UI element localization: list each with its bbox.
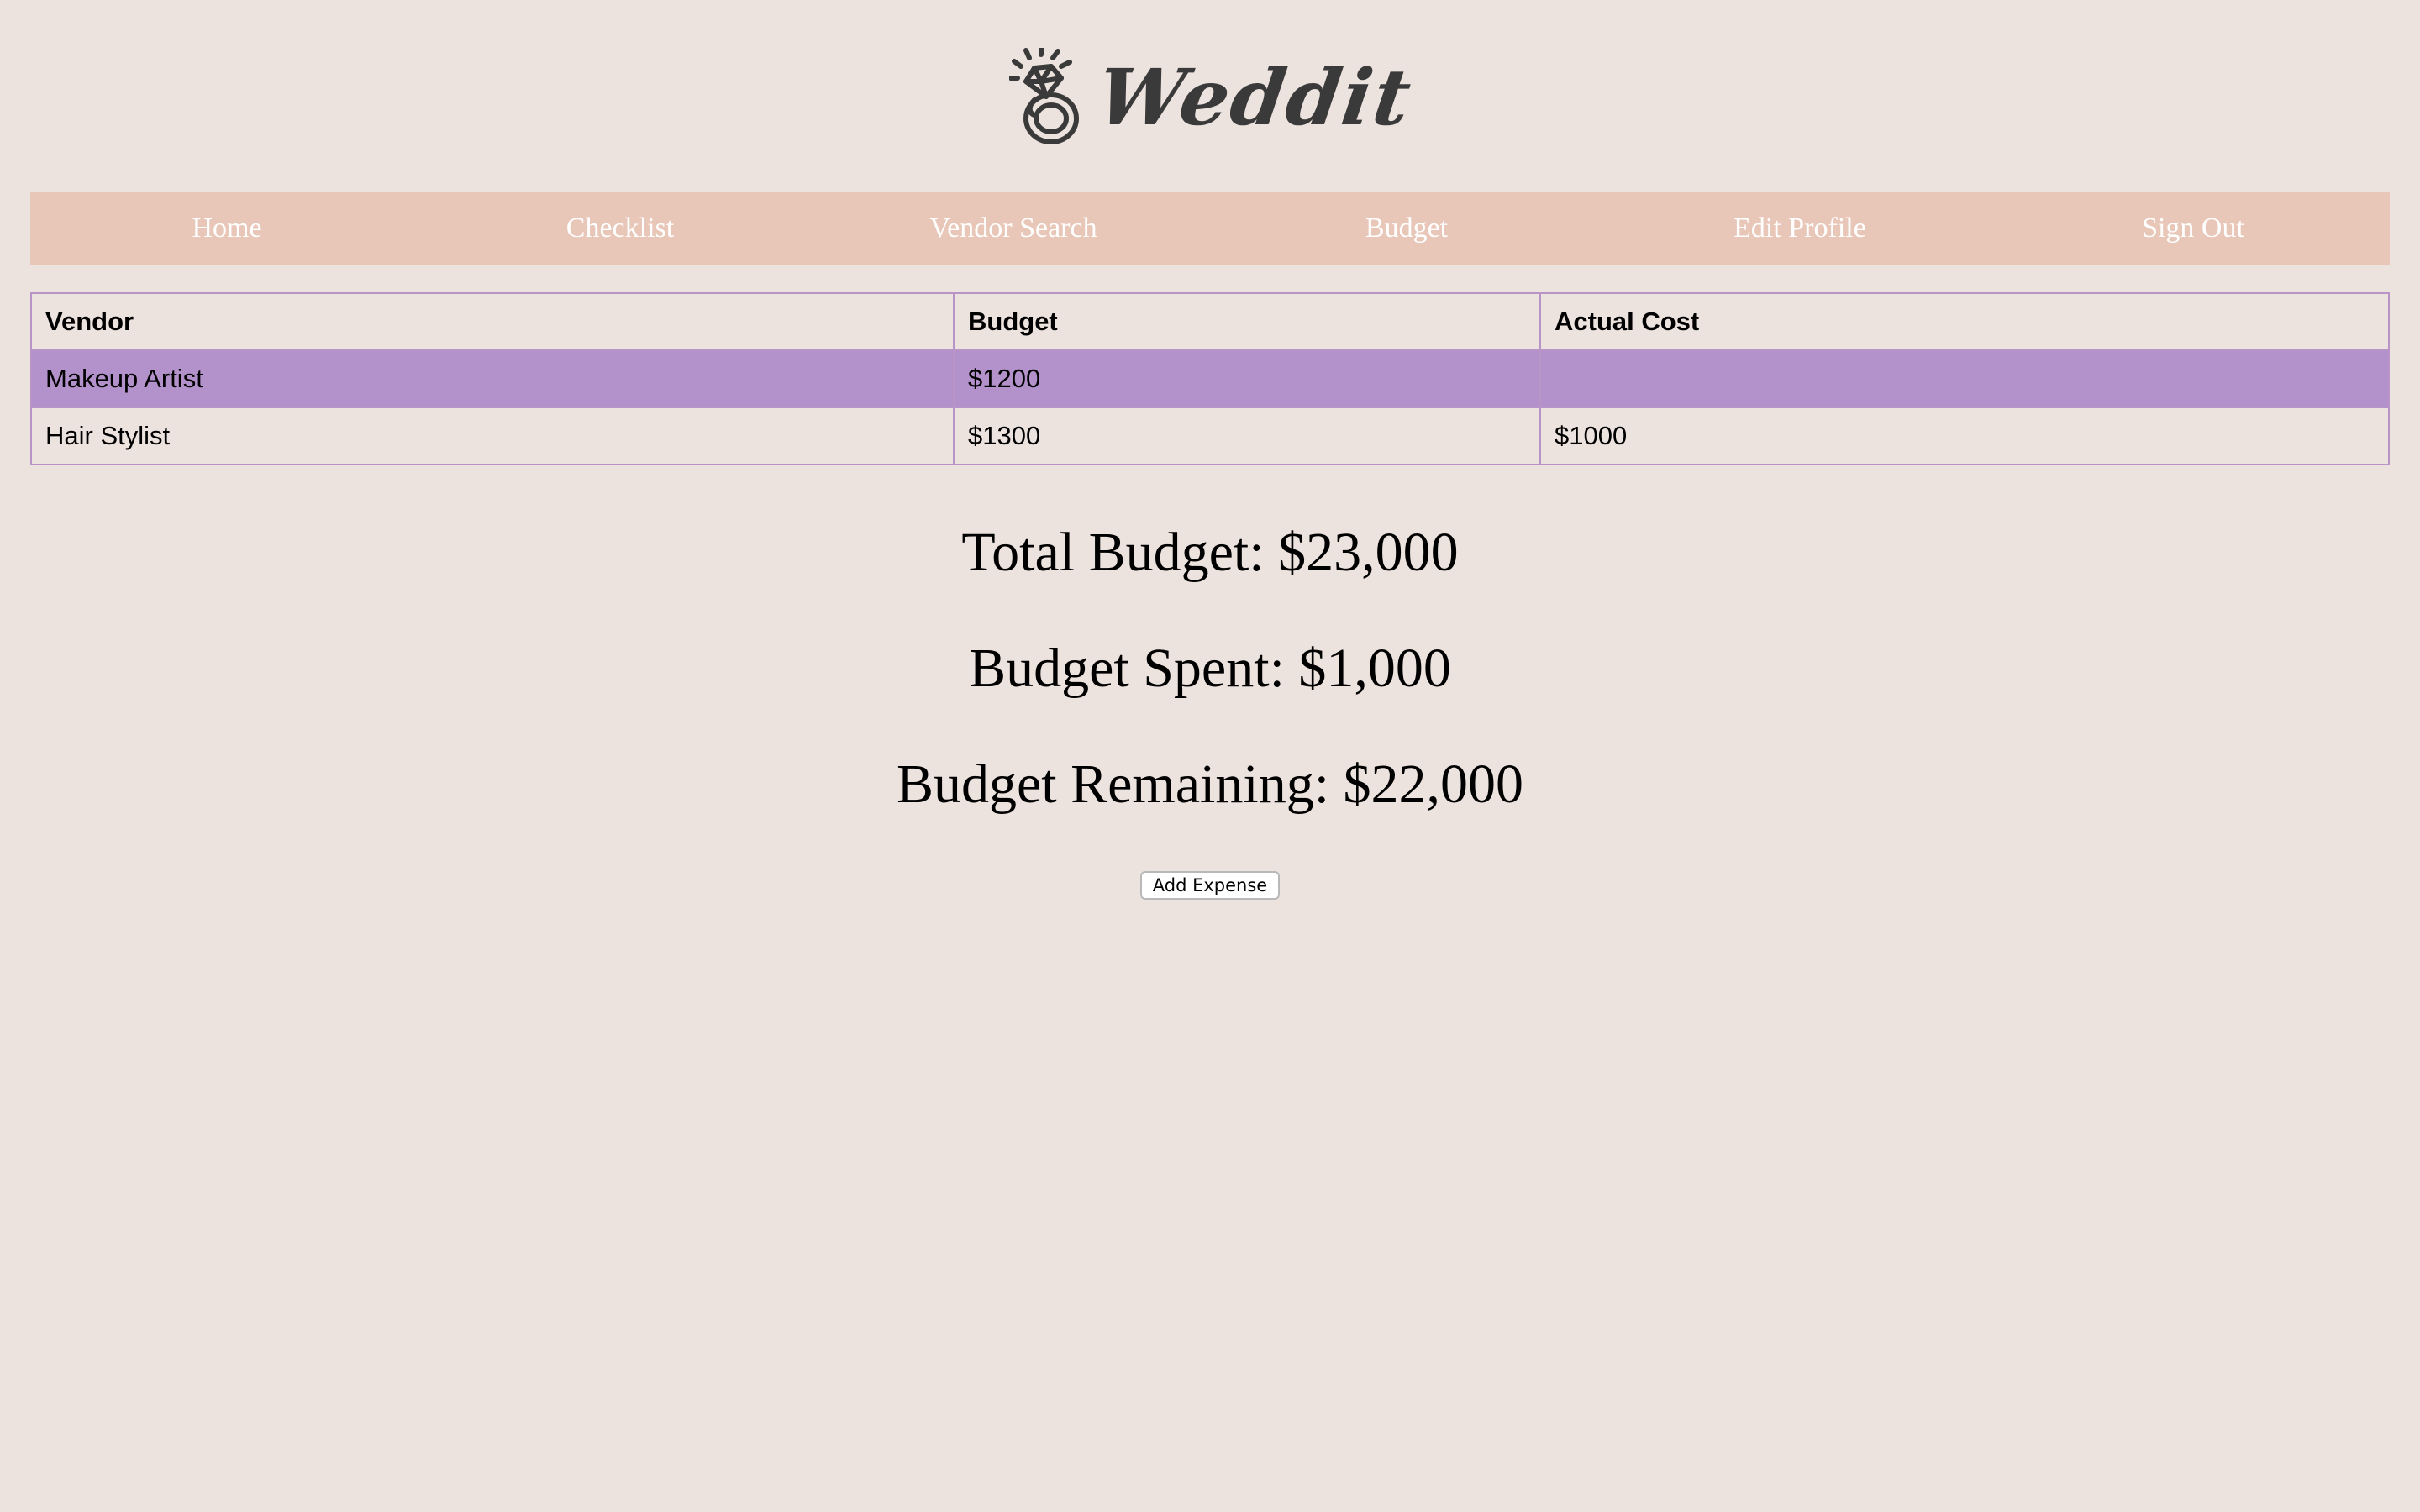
total-budget: Total Budget: $23,000 xyxy=(961,522,1459,583)
nav-edit-profile[interactable]: Edit Profile xyxy=(1603,213,1996,244)
logo-area: Weddit xyxy=(0,45,2420,150)
main-nav: Home Checklist Vendor Search Budget Edit… xyxy=(30,192,2390,265)
header-actual-cost: Actual Cost xyxy=(1539,292,2390,351)
diamond-ring-icon xyxy=(1008,48,1090,147)
table-row[interactable]: Hair Stylist $1300 $1000 xyxy=(30,407,2390,465)
nav-budget[interactable]: Budget xyxy=(1210,213,1603,244)
nav-checklist[interactable]: Checklist xyxy=(424,213,817,244)
nav-home[interactable]: Home xyxy=(30,213,424,244)
table-row[interactable]: Makeup Artist $1200 xyxy=(30,349,2390,408)
cell-vendor: Makeup Artist xyxy=(30,349,955,408)
budget-remaining: Budget Remaining: $22,000 xyxy=(896,753,1524,815)
table-header-row: Vendor Budget Actual Cost xyxy=(30,292,2390,351)
budget-spent: Budget Spent: $1,000 xyxy=(969,638,1451,699)
add-expense-button[interactable]: Add Expense xyxy=(1140,871,1280,900)
cell-budget: $1300 xyxy=(953,407,1541,465)
cell-actual-cost: $1000 xyxy=(1539,407,2390,465)
cell-actual-cost xyxy=(1539,349,2390,408)
cell-vendor: Hair Stylist xyxy=(30,407,955,465)
logo[interactable]: Weddit xyxy=(1008,48,1418,147)
nav-vendor-search[interactable]: Vendor Search xyxy=(817,213,1210,244)
header-vendor: Vendor xyxy=(30,292,955,351)
cell-budget: $1200 xyxy=(953,349,1541,408)
logo-text: Weddit xyxy=(1092,52,1418,143)
header-budget: Budget xyxy=(953,292,1541,351)
budget-table: Vendor Budget Actual Cost Makeup Artist … xyxy=(30,292,2390,465)
nav-sign-out[interactable]: Sign Out xyxy=(1996,213,2390,244)
